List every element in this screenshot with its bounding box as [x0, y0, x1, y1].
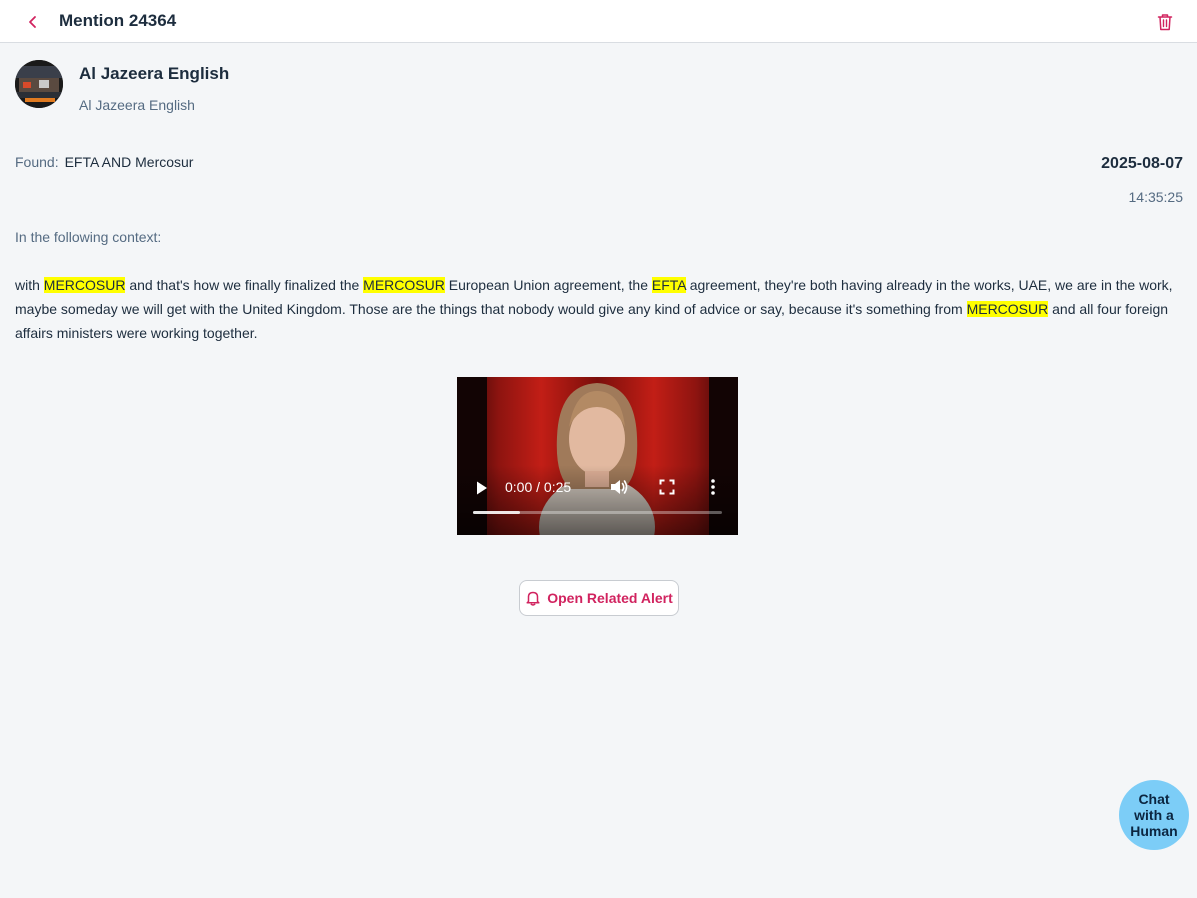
- keyword-highlight: MERCOSUR: [43, 277, 126, 293]
- video-progress-fill: [473, 511, 521, 514]
- delete-button[interactable]: [1154, 11, 1176, 33]
- fullscreen-icon[interactable]: [659, 479, 675, 495]
- found-row: Found: EFTA AND Mercosur: [15, 154, 193, 170]
- context-label: In the following context:: [15, 229, 162, 245]
- chat-label-line: Chat: [1138, 791, 1170, 807]
- video-progress-bar[interactable]: [473, 511, 722, 514]
- page-title: Mention 24364: [59, 11, 177, 30]
- chevron-left-icon: [29, 16, 36, 28]
- context-segment: with: [15, 277, 44, 293]
- open-related-alert-button[interactable]: Open Related Alert: [519, 580, 679, 616]
- source-name: Al Jazeera English: [79, 64, 230, 83]
- top-bar: Mention 24364: [0, 0, 1197, 43]
- keyword-highlight: MERCOSUR: [363, 277, 445, 293]
- video-controls: [457, 465, 738, 535]
- back-button[interactable]: [22, 11, 44, 33]
- context-segment: and that's how we finally finalized the: [125, 277, 364, 293]
- avatar-image: [15, 60, 63, 108]
- volume-icon[interactable]: [609, 478, 629, 496]
- mention-time: 14:35:25: [1128, 189, 1184, 205]
- chat-with-human-button[interactable]: Chat with a Human: [1119, 780, 1189, 850]
- context-segment: European Union agreement, the: [444, 277, 652, 293]
- video-player[interactable]: 0:00 / 0:25: [457, 377, 738, 535]
- context-text: with MERCOSUR and that's how we finally …: [15, 273, 1180, 345]
- chat-label-line: with a: [1134, 807, 1174, 823]
- trash-icon: [1157, 14, 1173, 31]
- source-avatar: [15, 60, 63, 108]
- play-icon[interactable]: [475, 480, 489, 496]
- source-subtitle: Al Jazeera English: [79, 97, 195, 113]
- chat-label: Chat with a Human: [1124, 791, 1184, 839]
- video-time: 0:00 / 0:25: [505, 479, 572, 495]
- found-label: Found:: [15, 154, 59, 170]
- bell-icon: [526, 591, 540, 606]
- keyword-highlight: EFTA: [651, 277, 686, 293]
- more-options-icon[interactable]: [710, 478, 716, 496]
- keyword-highlight: MERCOSUR: [966, 301, 1049, 317]
- chat-label-line: Human: [1130, 823, 1178, 839]
- found-query: EFTA AND Mercosur: [64, 154, 194, 170]
- open-related-alert-label: Open Related Alert: [547, 590, 673, 606]
- mention-date: 2025-08-07: [1101, 155, 1183, 172]
